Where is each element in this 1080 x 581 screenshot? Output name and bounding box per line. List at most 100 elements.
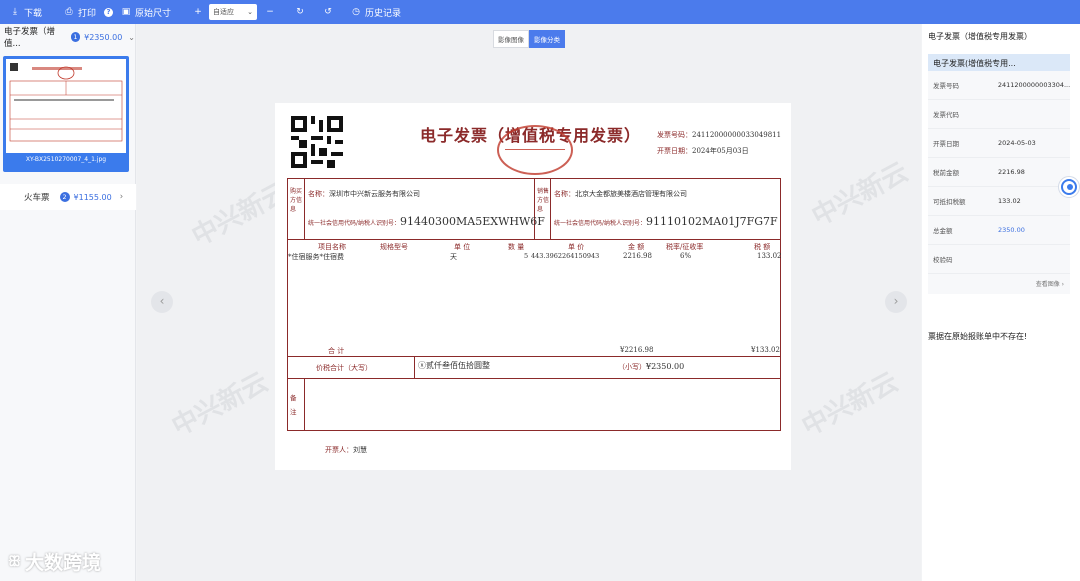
chevron-down-icon: ⌄ bbox=[247, 8, 254, 16]
top-toolbar: ⤓ 下载 ⎙ 打印 ? ▣ 原始尺寸 + 自适应 ⌄ − ↻ ↺ ◷ 历史记录 bbox=[0, 0, 1080, 24]
detail-value[interactable]: 2350.00 bbox=[998, 226, 1025, 234]
zoom-select[interactable]: 自适应 ⌄ bbox=[209, 4, 258, 20]
col-spec: 规格型号 bbox=[380, 243, 408, 251]
view-image-link[interactable]: 查看图像 › bbox=[1036, 279, 1064, 288]
col-price: 单 价 bbox=[568, 243, 585, 251]
total-label: 合 计 bbox=[328, 347, 345, 355]
detail-label: 总金额 bbox=[933, 227, 953, 235]
plus-icon: + bbox=[194, 7, 202, 17]
swirl-icon bbox=[1061, 179, 1077, 195]
brand-logo: ꕥ 大数跨境 bbox=[8, 548, 101, 575]
not-found-notice: 票据在原始报账单中不存在! bbox=[928, 332, 1028, 341]
seller-name: 名称：北京大金都旅美楼酒店管理有限公司 bbox=[554, 189, 687, 199]
detail-row: 开票日期 2024-05-03 bbox=[928, 129, 1070, 158]
rotate-left-button[interactable]: ↺ bbox=[323, 0, 333, 24]
category-invoice[interactable]: 电子发票（增值... 1 ¥2350.00 ⌄ bbox=[0, 24, 135, 50]
clock-icon: ◷ bbox=[352, 7, 360, 17]
seller-name-label: 名称： bbox=[554, 190, 575, 198]
grand-total-label: 价税合计（大写） bbox=[316, 364, 372, 372]
invoice-number-value: 24112000000033049811 bbox=[692, 131, 782, 139]
item-tax: 133.02 bbox=[757, 252, 782, 260]
buyer-tax-id-value: 91440300MA5EXWHW6F bbox=[400, 215, 545, 228]
item-name: *住宿服务*住宿费 bbox=[288, 253, 344, 261]
grand-small-value: ¥2350.00 bbox=[646, 362, 685, 371]
remarks-label: 备注 bbox=[290, 394, 297, 416]
invoice-date: 开票日期：2024年05月03日 bbox=[657, 146, 749, 156]
detail-row: 校验码 bbox=[928, 245, 1070, 274]
invoice-thumbnail[interactable]: XY-BX2510270007_4_1.jpg bbox=[3, 56, 129, 172]
details-panel: 电子发票（增值税专用发票） 电子发票(增值税专用... 发票号码 2411200… bbox=[922, 24, 1080, 581]
rotate-right-button[interactable]: ↻ bbox=[295, 0, 305, 24]
issuer-value: 刘慧 bbox=[353, 446, 367, 454]
invoice-number-label: 发票号码： bbox=[657, 131, 692, 139]
buyer-name: 名称：深圳市中兴新云服务有限公司 bbox=[308, 189, 420, 199]
invoice-date-value: 2024年05月03日 bbox=[692, 147, 749, 155]
invoice-table: 购买方信息 销售方信息 名称：深圳市中兴新云服务有限公司 名称：北京大金都旅美楼… bbox=[287, 178, 782, 431]
details-header: 电子发票（增值税专用发票） bbox=[928, 32, 1032, 41]
brand-mark-icon: ꕥ bbox=[8, 553, 21, 570]
detail-label: 校验码 bbox=[933, 256, 953, 264]
col-rate: 税率/征收率 bbox=[666, 243, 704, 251]
issuer-label: 开票人： bbox=[325, 446, 353, 454]
detail-label: 税前金额 bbox=[933, 169, 959, 177]
rotate-right-icon: ↻ bbox=[296, 7, 304, 17]
detail-value: 133.02 bbox=[998, 197, 1021, 205]
item-amount: 2216.98 bbox=[623, 252, 652, 260]
buyer-section-label: 购买方信息 bbox=[290, 188, 303, 213]
category-train[interactable]: 火车票 2 ¥1155.00 › bbox=[0, 184, 136, 210]
official-seal bbox=[497, 125, 573, 175]
chevron-right-icon: › bbox=[119, 192, 124, 202]
download-button[interactable]: ⤓ 下载 bbox=[10, 0, 42, 24]
help-icon[interactable]: ? bbox=[104, 0, 114, 24]
seller-tax-id-value: 91110102MA01J7FG7F bbox=[646, 215, 778, 228]
image-icon: ▣ bbox=[121, 7, 131, 17]
category-invoice-amount: ¥2350.00 bbox=[84, 32, 123, 42]
total-amount: ¥2216.98 bbox=[620, 346, 654, 354]
category-train-amount: ¥1155.00 bbox=[73, 192, 112, 202]
grand-small-label: （小写） bbox=[618, 363, 646, 371]
qr-code-icon bbox=[291, 116, 343, 168]
brand-text: 大数跨境 bbox=[25, 552, 102, 574]
invoice-date-label: 开票日期： bbox=[657, 147, 692, 155]
seller-section-label: 销售方信息 bbox=[537, 188, 550, 213]
col-unit: 单 位 bbox=[454, 243, 471, 251]
detail-value: 2216.98 bbox=[998, 168, 1025, 176]
item-unit: 天 bbox=[450, 253, 457, 261]
details-card-title: 电子发票(增值税专用... bbox=[928, 54, 1070, 71]
grand-total-words: ⓧ贰仟叁佰伍拾圆整 bbox=[418, 361, 490, 370]
col-item: 项目名称 bbox=[318, 243, 346, 251]
watermark-logo: 中兴新云 bbox=[167, 367, 274, 443]
print-label: 打印 bbox=[78, 8, 97, 19]
minus-icon: − bbox=[266, 7, 274, 17]
col-amount: 金 额 bbox=[628, 243, 645, 251]
invoice-list-panel: 电子发票（增值... 1 ¥2350.00 ⌄ XY-BX2510270007_… bbox=[0, 24, 136, 581]
buyer-name-value: 深圳市中兴新云服务有限公司 bbox=[329, 190, 420, 198]
detail-value: 2411200000003304... bbox=[997, 81, 1070, 89]
download-icon: ⤓ bbox=[13, 7, 17, 17]
zoom-out-button[interactable]: − bbox=[265, 0, 275, 24]
prev-image-button[interactable]: ‹ bbox=[151, 291, 173, 313]
seller-tax-id: 统一社会信用代码/纳税人识别号：91110102MA01J7FG7F bbox=[554, 215, 778, 228]
category-invoice-count: 1 bbox=[70, 32, 81, 42]
next-image-button[interactable]: › bbox=[885, 291, 907, 313]
item-price: 443.3962264150943 bbox=[531, 252, 600, 260]
watermark-logo: 中兴新云 bbox=[797, 367, 904, 443]
history-button[interactable]: ◷ 历史记录 bbox=[351, 0, 401, 24]
download-label: 下载 bbox=[24, 8, 43, 19]
col-tax: 税 额 bbox=[754, 243, 771, 251]
details-card: 电子发票(增值税专用... 发票号码 2411200000003304... 发… bbox=[928, 54, 1070, 294]
buyer-tax-id: 统一社会信用代码/纳税人识别号：91440300MA5EXWHW6F bbox=[308, 215, 545, 228]
invoice-number: 发票号码：24112000000033049811 bbox=[657, 130, 781, 140]
zoom-in-button[interactable]: + bbox=[193, 0, 203, 24]
assistant-float-button[interactable] bbox=[1058, 176, 1080, 198]
original-size-button[interactable]: ▣ 原始尺寸 bbox=[121, 0, 171, 24]
issuer: 开票人：刘慧 bbox=[325, 445, 367, 455]
print-button[interactable]: ⎙ 打印 bbox=[64, 0, 96, 24]
invoice-image: 电子发票（增值税专用发票） 发票号码：24112000000033049811 … bbox=[275, 103, 791, 470]
tab-image[interactable]: 影像图像 bbox=[493, 30, 529, 48]
category-train-count: 2 bbox=[59, 192, 70, 202]
detail-label: 开票日期 bbox=[933, 140, 959, 148]
tab-classify[interactable]: 影像分类 bbox=[529, 30, 565, 48]
seller-name-value: 北京大金都旅美楼酒店管理有限公司 bbox=[575, 190, 687, 198]
col-qty: 数 量 bbox=[508, 243, 525, 251]
